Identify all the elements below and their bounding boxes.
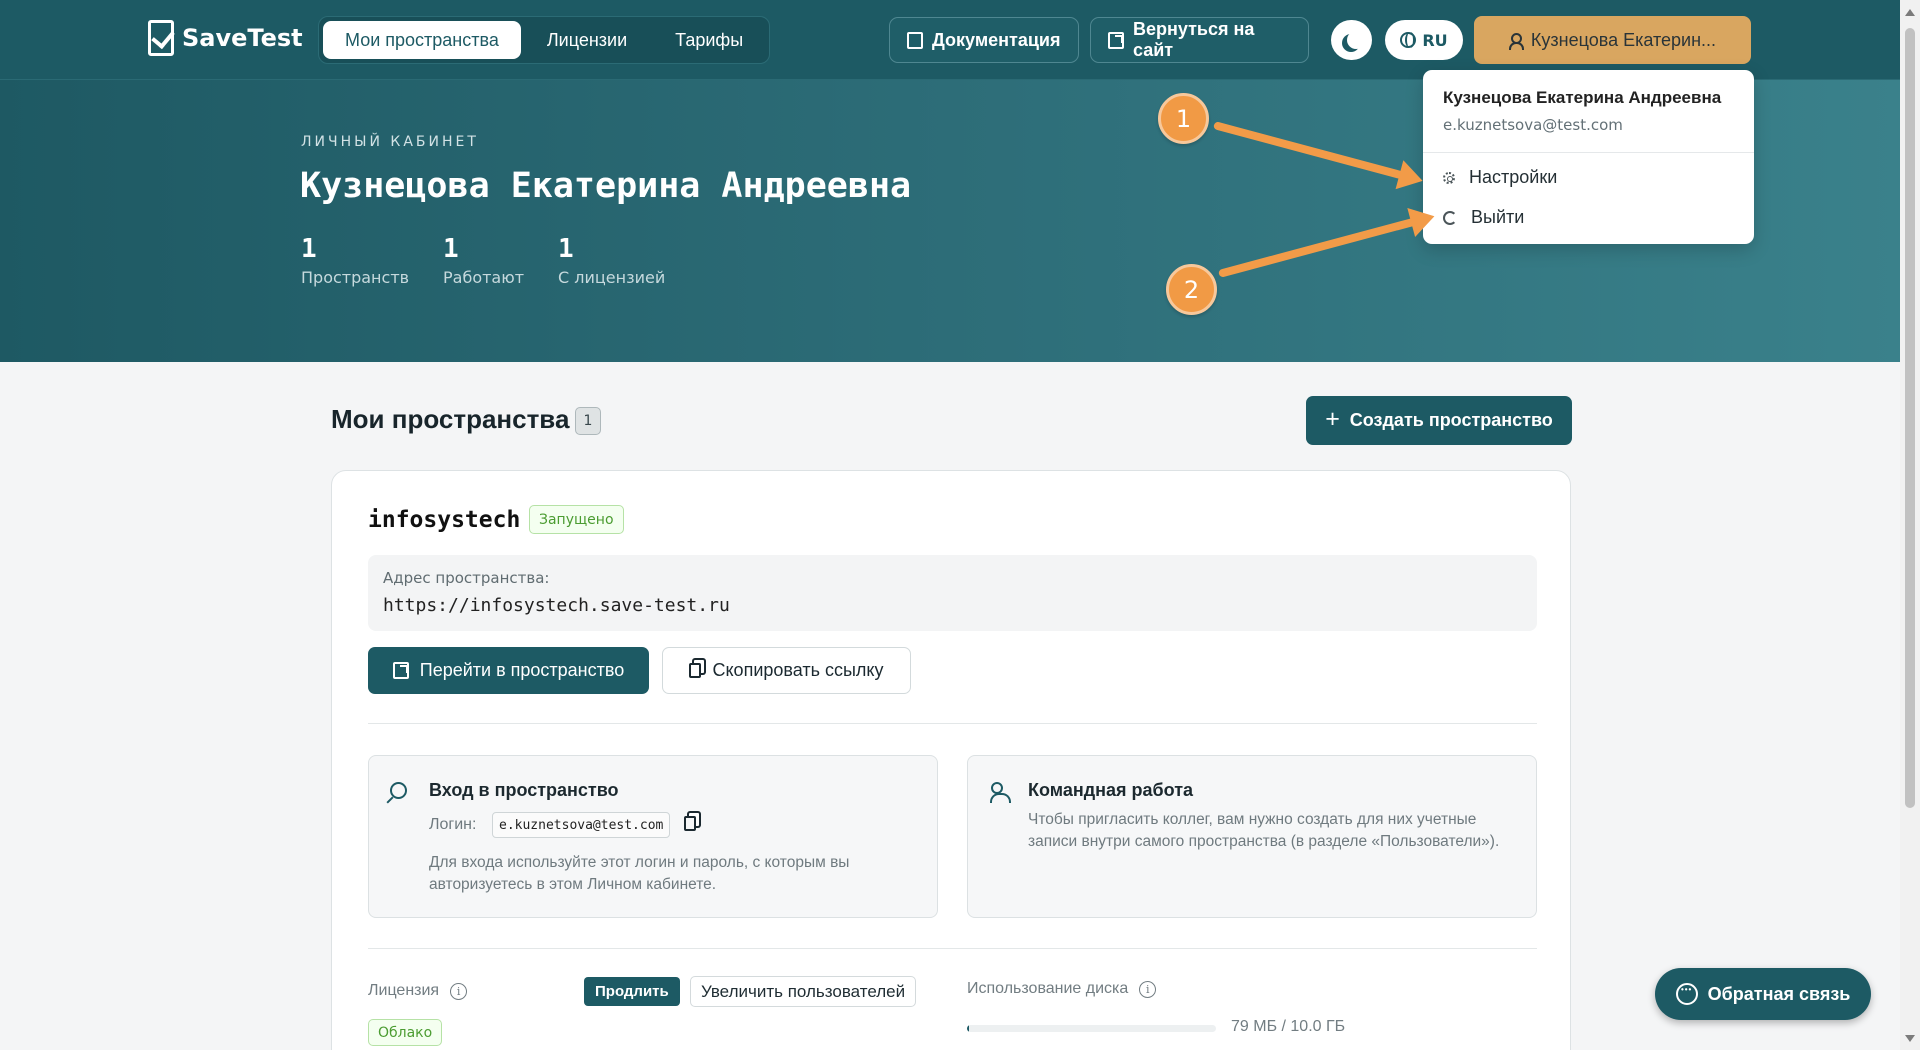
open-space-label: Перейти в пространство xyxy=(419,660,625,680)
stat-licensed-value: 1 xyxy=(558,234,574,264)
main-tabs: Мои пространства Лицензии Тарифы xyxy=(318,16,771,64)
brand-logo[interactable]: SaveTest xyxy=(148,20,303,56)
disk-usage-label-row: Использование диска i xyxy=(967,980,1157,998)
external-link-icon xyxy=(392,662,409,679)
space-address-label: Адрес пространства: xyxy=(383,569,550,587)
annotation-badge-2: 2 xyxy=(1166,264,1217,315)
profile-eyebrow: ЛИЧНЫЙ КАБИНЕТ xyxy=(301,134,479,150)
user-dropdown: Кузнецова Екатерина Андреевна e.kuznetso… xyxy=(1423,70,1754,244)
feedback-button[interactable]: ••• Обратная связь xyxy=(1655,968,1871,1020)
brand-check-icon xyxy=(148,20,174,56)
team-work-box: Командная работа Чтобы пригласить коллег… xyxy=(967,755,1537,918)
logout-label: Выйти xyxy=(1471,207,1525,227)
language-button[interactable]: RU xyxy=(1385,20,1463,60)
open-space-button[interactable]: Перейти в пространство xyxy=(368,647,649,694)
license-label: Лицензия xyxy=(368,982,440,999)
space-access-box: Вход в пространство Логин: e.kuznetsova@… xyxy=(368,755,938,918)
copy-link-button[interactable]: Скопировать ссылку xyxy=(662,647,911,694)
brand-name: SaveTest xyxy=(182,24,303,52)
scroll-thumb[interactable] xyxy=(1905,28,1915,808)
language-label: RU xyxy=(1422,30,1448,50)
dropdown-settings-item[interactable]: Настройки xyxy=(1443,167,1557,188)
tab-licenses[interactable]: Лицензии xyxy=(525,21,649,59)
disk-usage-value: 79 МБ / 10.0 ГБ xyxy=(1231,1018,1346,1035)
gear-icon xyxy=(1443,171,1455,184)
stat-running-value: 1 xyxy=(443,234,459,264)
dropdown-user-name: Кузнецова Екатерина Андреевна xyxy=(1443,88,1722,107)
disk-usage-bar xyxy=(967,1025,1216,1032)
user-icon xyxy=(1508,32,1524,50)
annotation-badge-1: 1 xyxy=(1158,93,1209,144)
create-space-button[interactable]: + Создать пространство xyxy=(1306,396,1572,445)
profile-name: Кузнецова Екатерина Андреевна xyxy=(300,166,912,206)
license-info-icon[interactable]: i xyxy=(450,982,468,1000)
login-label: Логин: xyxy=(429,816,477,833)
space-access-title: Вход в пространство xyxy=(429,780,619,800)
stat-spaces: 1 Пространств xyxy=(301,234,409,287)
documentation-label: Документация xyxy=(932,29,1061,50)
stat-running: 1 Работают xyxy=(443,234,524,287)
back-to-site-label: Вернуться на сайт xyxy=(1133,19,1255,60)
space-access-text: Для входа используйте этот логин и парол… xyxy=(429,854,850,893)
feedback-label: Обратная связь xyxy=(1707,983,1851,1004)
stat-spaces-label: Пространств xyxy=(301,268,410,287)
book-icon xyxy=(907,31,923,49)
copy-link-label: Скопировать ссылку xyxy=(712,660,884,680)
back-to-site-button[interactable]: Вернуться на сайт xyxy=(1090,17,1309,63)
user-menu-button[interactable]: Кузнецова Екатерин... xyxy=(1474,16,1751,64)
dropdown-user-email: e.kuznetsova@test.com xyxy=(1443,116,1623,134)
card-divider-bottom xyxy=(368,948,1537,949)
user-menu-label: Кузнецова Екатерин... xyxy=(1530,29,1717,50)
team-work-text: Чтобы пригласить коллег, вам нужно созда… xyxy=(1028,811,1500,850)
create-space-label: Создать пространство xyxy=(1349,410,1553,430)
dropdown-divider xyxy=(1423,152,1754,153)
external-link-icon xyxy=(1108,31,1124,49)
space-status-badge: Запущено xyxy=(529,505,624,534)
disk-usage-fill xyxy=(967,1025,969,1032)
vertical-scrollbar[interactable] xyxy=(1900,0,1920,1050)
stat-running-label: Работают xyxy=(443,268,525,287)
copy-login-icon[interactable] xyxy=(684,816,696,831)
team-work-title: Командная работа xyxy=(1028,780,1194,800)
search-icon xyxy=(390,782,407,799)
moon-icon xyxy=(1347,31,1365,49)
theme-toggle-button[interactable] xyxy=(1331,20,1372,60)
top-navigation: SaveTest Мои пространства Лицензии Тариф… xyxy=(0,0,1900,80)
plus-icon: + xyxy=(1325,405,1340,433)
space-address-url[interactable]: https://infosystech.save-test.ru xyxy=(383,595,730,616)
space-address-box: Адрес пространства: https://infosystech.… xyxy=(368,555,1537,631)
disk-usage-label: Использование диска xyxy=(967,980,1129,997)
logout-icon xyxy=(1443,210,1457,225)
card-divider-top xyxy=(368,723,1537,724)
globe-icon xyxy=(1400,32,1417,48)
scroll-down-icon[interactable] xyxy=(1905,1035,1915,1042)
increase-users-button[interactable]: Увеличить пользователей xyxy=(690,976,917,1007)
disk-info-icon[interactable]: i xyxy=(1139,980,1157,998)
stat-spaces-value: 1 xyxy=(301,234,317,264)
copy-icon xyxy=(689,663,702,678)
chat-icon: ••• xyxy=(1675,983,1698,1005)
stat-licensed-label: С лицензией xyxy=(558,268,666,287)
settings-label: Настройки xyxy=(1469,167,1558,187)
extend-license-button[interactable]: Продлить xyxy=(584,977,680,1006)
tab-my-spaces[interactable]: Мои пространства xyxy=(323,21,521,59)
spaces-count-badge: 1 xyxy=(575,407,601,435)
users-icon xyxy=(990,782,1012,803)
space-card: infosystech Запущено Адрес пространства:… xyxy=(331,470,1571,1050)
tab-plans[interactable]: Тарифы xyxy=(653,21,765,59)
license-label-row: Лицензия i xyxy=(368,982,468,1000)
space-name: infosystech xyxy=(368,507,521,533)
dropdown-logout-item[interactable]: Выйти xyxy=(1443,207,1524,228)
license-type-badge: Облако xyxy=(368,1019,443,1046)
stat-licensed: 1 С лицензией xyxy=(558,234,665,287)
login-value: e.kuznetsova@test.com xyxy=(492,812,671,838)
scroll-up-icon[interactable] xyxy=(1905,9,1915,16)
my-spaces-title: Мои пространства xyxy=(331,404,570,434)
documentation-button[interactable]: Документация xyxy=(889,17,1079,63)
